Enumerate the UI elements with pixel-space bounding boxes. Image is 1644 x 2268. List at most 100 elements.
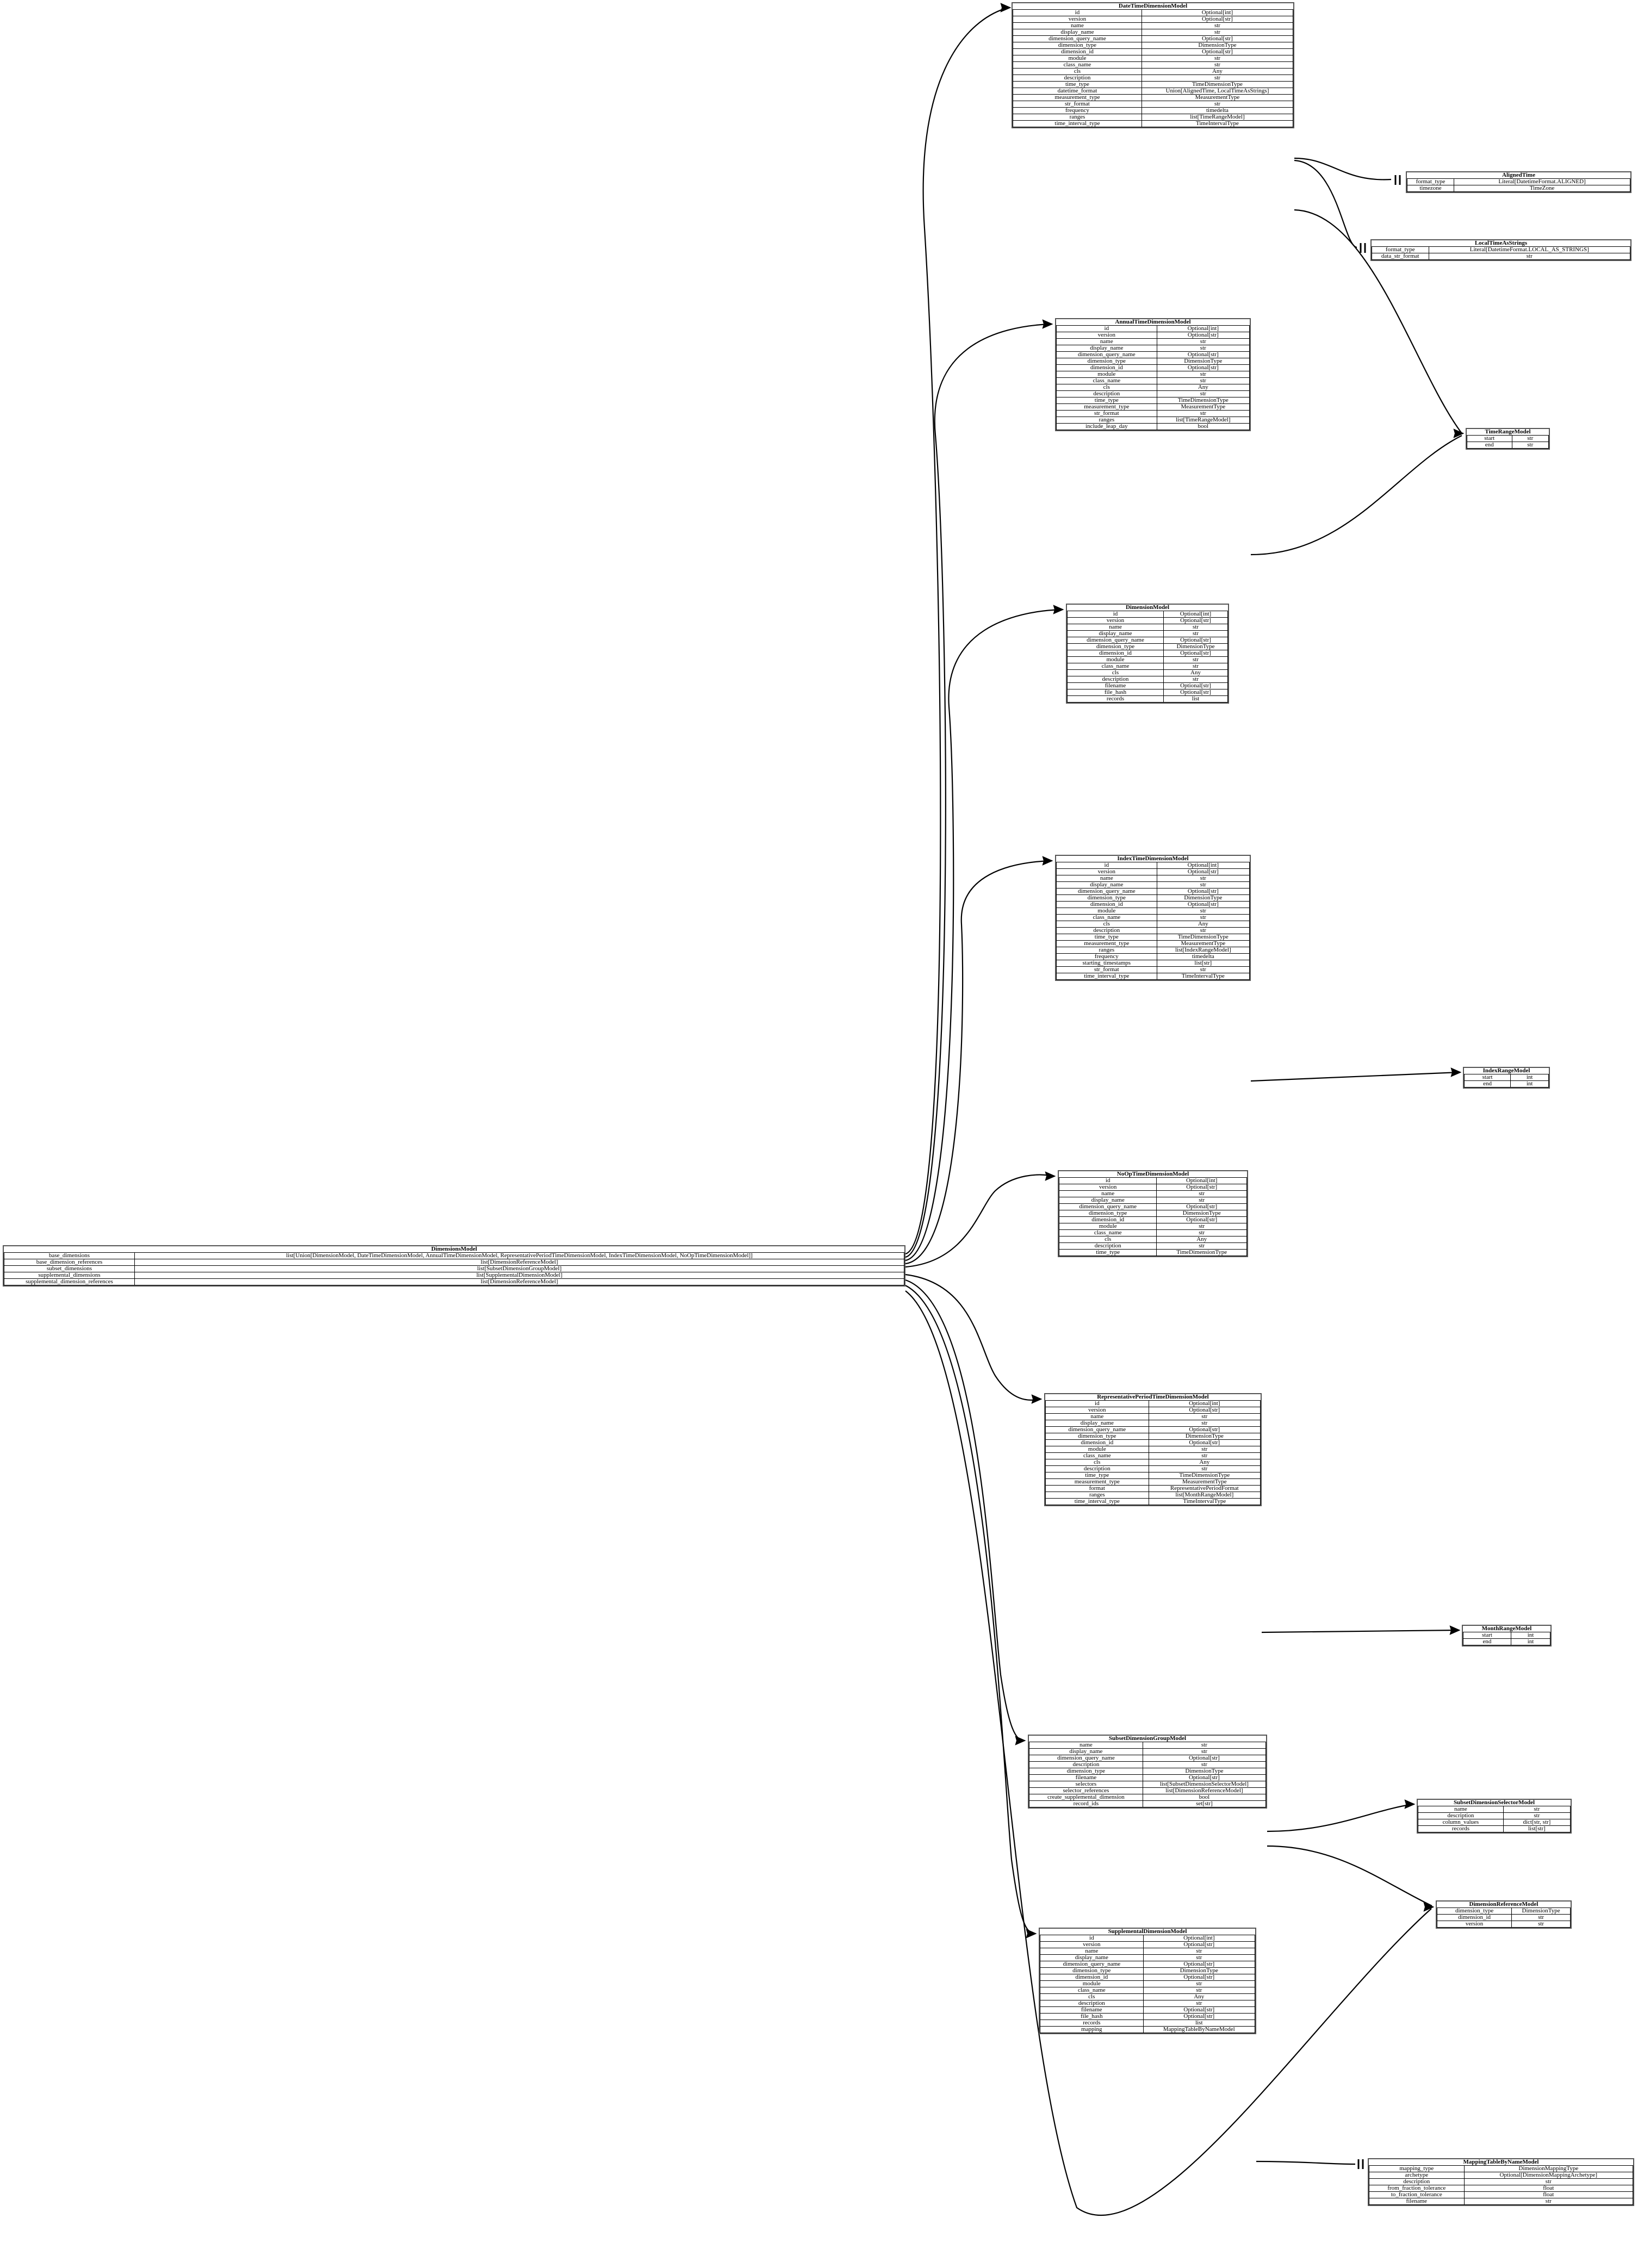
attribute-type: str: [1156, 390, 1250, 397]
attribute-type: Optional[str]: [1142, 1774, 1267, 1781]
arrowhead-dimensionreferencemodel: [1423, 1902, 1435, 1912]
attribute-type: list: [1163, 695, 1228, 703]
attribute-name: dimension_type: [1056, 894, 1157, 902]
attribute-row: time_type TimeDimensionType: [1056, 397, 1250, 404]
attribute-row: module str: [1058, 1223, 1247, 1230]
attribute-row: version Optional[str]: [1013, 16, 1294, 23]
attribute-name: dimension_query_name: [1013, 35, 1142, 42]
attribute-row: dimension_query_name Optional[str]: [1029, 1755, 1267, 1762]
attribute-row: id Optional[int]: [1058, 1177, 1247, 1184]
attribute-name: dimension_type: [1013, 42, 1142, 49]
attribute-type: str: [1148, 1420, 1261, 1427]
attribute-type: int: [1510, 1080, 1549, 1088]
arrowhead-representativeperiodtimedimensionmodel: [1031, 1394, 1043, 1404]
attribute-name: filename: [1067, 682, 1164, 689]
edge-dimensionsmodel-to-datetimedimensionmodel: [905, 7, 1009, 1255]
attribute-name: time_type: [1045, 1472, 1149, 1479]
attribute-type: str: [1156, 345, 1250, 352]
attribute-type: Optional[str]: [1156, 1216, 1247, 1223]
edge-subsetdimensiongroupmodel-to-dimensionreferencemodel: [1267, 1845, 1432, 1906]
attribute-name: start: [1463, 1632, 1511, 1639]
attribute-name: time_interval_type: [1056, 973, 1157, 980]
class-title-row: MonthRangeModel: [1463, 1626, 1550, 1632]
attribute-row: time_type TimeDimensionType: [1056, 934, 1250, 941]
attribute-type: DimensionType: [1142, 1768, 1267, 1775]
attribute-row: description str: [1056, 927, 1250, 934]
attribute-name: include_leap_day: [1056, 423, 1157, 430]
attribute-type: DimensionType: [1156, 1210, 1247, 1217]
attribute-name: time_interval_type: [1045, 1498, 1149, 1505]
attribute-name: dimension_type: [1058, 1210, 1157, 1217]
edge-annualtimedimensionmodel-to-timerangemodel: [1250, 435, 1462, 556]
edge-dimensionsmodel-to-dimensionmodel: [905, 608, 1062, 1262]
attribute-name: format: [1045, 1485, 1149, 1492]
class-box-subsetdimensiongroupmodel: SubsetDimensionGroupModel name str display_…: [1028, 1735, 1267, 1809]
attribute-type: bool: [1156, 423, 1250, 430]
attribute-type: str: [1141, 101, 1294, 108]
attribute-type: TimeDimensionType: [1141, 81, 1294, 88]
class-box-monthrangemodel: MonthRangeModel start int end int: [1462, 1625, 1552, 1646]
attribute-name: from_fraction_tolerance: [1369, 2185, 1465, 2192]
attribute-name: filename: [1369, 2198, 1465, 2205]
attribute-name: ranges: [1013, 114, 1142, 121]
attribute-type: Optional[str]: [1143, 1974, 1256, 1981]
class-box-annualtimedimensionmodel: AnnualTimeDimensionModel id Optional[int] v…: [1055, 318, 1251, 431]
arrowhead-datetimedimensionmodel: [1000, 3, 1012, 13]
attribute-row: records list: [1067, 695, 1228, 703]
attribute-name: version: [1056, 868, 1157, 875]
attribute-type: list[SupplementalDimensionModel]: [134, 1272, 905, 1279]
attribute-name: cls: [1040, 1993, 1144, 2000]
attribute-name: subset_dimensions: [4, 1265, 135, 1272]
attribute-row: dimension_query_name Optional[str]: [1045, 1426, 1261, 1433]
attribute-name: time_interval_type: [1013, 120, 1142, 127]
attribute-row: module str: [1067, 656, 1228, 663]
attribute-name: name: [1056, 875, 1157, 882]
attribute-row: class_name str: [1058, 1229, 1247, 1236]
attribute-name: dimension_type: [1436, 1907, 1512, 1915]
attribute-name: name: [1029, 1742, 1143, 1749]
attribute-row: module str: [1013, 55, 1294, 62]
attribute-name: dimension_id: [1058, 1216, 1157, 1223]
attribute-name: record_ids: [1029, 1800, 1143, 1807]
attribute-row: version Optional[str]: [1056, 868, 1250, 875]
class-title-row: IndexTimeDimensionModel: [1056, 856, 1250, 862]
attribute-row: cls Any: [1040, 1993, 1256, 2000]
attribute-name: supplemental_dimensions: [4, 1272, 135, 1279]
attribute-row: cls Any: [1067, 669, 1228, 676]
attribute-row: description str: [1045, 1465, 1261, 1472]
class-table: AlignedTime format_type Literal[DatetimeFo…: [1406, 172, 1630, 192]
class-name: MonthRangeModel: [1463, 1626, 1550, 1632]
class-title-row: SubsetDimensionSelectorModel: [1418, 1800, 1571, 1806]
class-name: TimeRangeModel: [1467, 429, 1549, 436]
attribute-type: Optional[str]: [1143, 1961, 1256, 1968]
attribute-name: description: [1067, 676, 1164, 683]
attribute-row: version Optional[str]: [1056, 332, 1250, 339]
edge-indextimedimensionmodel-to-indexrangemodel: [1250, 1071, 1460, 1082]
attribute-row: dimension_type DimensionType: [1013, 42, 1294, 49]
class-name: DimensionReferenceModel: [1437, 1902, 1571, 1908]
attribute-type: Optional[str]: [1156, 364, 1250, 371]
attribute-name: mapping: [1040, 2026, 1144, 2033]
attribute-name: version: [1058, 1184, 1157, 1191]
attribute-type: Optional[str]: [1156, 888, 1250, 895]
class-table: IndexTimeDimensionModel id Optional[int] ve…: [1056, 856, 1250, 980]
attribute-type: TimeZone: [1454, 185, 1630, 192]
attribute-name: description: [1013, 74, 1142, 82]
attribute-name: dimension_id: [1056, 364, 1157, 371]
attribute-name: starting_timestamps: [1056, 960, 1157, 967]
attribute-row: version Optional[str]: [1067, 617, 1228, 624]
class-table: DimensionModel id Optional[int] version Opti…: [1067, 605, 1228, 703]
attribute-row: dimension_query_name Optional[str]: [1067, 637, 1228, 644]
attribute-row: dimension_id Optional[str]: [1013, 48, 1294, 55]
edge-dimensionsmodel-to-supplementaldimensionmodel: [905, 1285, 1035, 1935]
attribute-type: str: [1142, 1761, 1267, 1768]
attribute-row: format_type Literal[DatetimeFormat.ALIGNE…: [1406, 178, 1630, 185]
attribute-type: TimeIntervalType: [1156, 973, 1250, 980]
attribute-name: column_values: [1418, 1819, 1504, 1826]
attribute-row: dimension_query_name Optional[str]: [1013, 35, 1294, 42]
attribute-type: set[str]: [1142, 1800, 1267, 1807]
attribute-row: class_name str: [1056, 377, 1250, 384]
attribute-row: description str: [1029, 1761, 1267, 1768]
attribute-row: frequency timedelta: [1056, 953, 1250, 960]
attribute-type: TimeDimensionType: [1156, 1249, 1247, 1256]
